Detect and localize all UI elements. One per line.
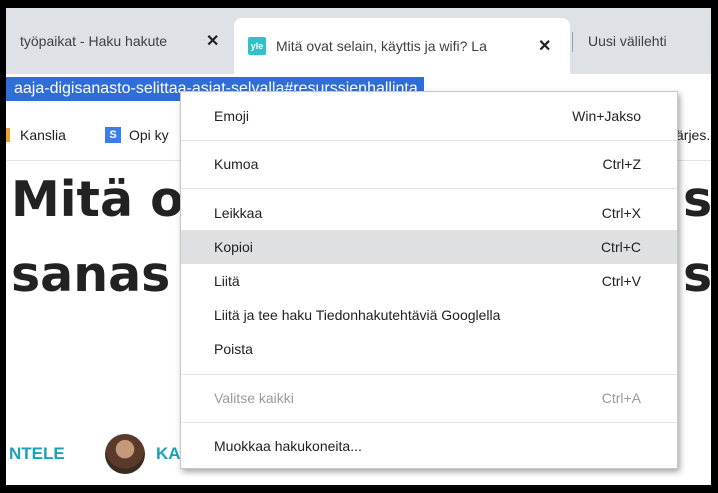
menu-item-paste-and-search[interactable]: Liitä ja tee haku Tiedonhakutehtäviä Goo… bbox=[181, 298, 677, 332]
menu-divider bbox=[181, 374, 677, 375]
menu-item-cut[interactable]: Leikkaa Ctrl+X bbox=[181, 196, 677, 230]
menu-item-paste[interactable]: Liitä Ctrl+V bbox=[181, 264, 677, 298]
tab-tyopaikat[interactable]: työpaikat - Haku hakute ✕ bbox=[6, 22, 234, 60]
menu-item-shortcut: Ctrl+C bbox=[600, 239, 641, 255]
tab-new[interactable]: Uusi välilehti bbox=[580, 22, 711, 60]
s-logo-icon: S bbox=[105, 127, 121, 143]
tab-title: Uusi välilehti bbox=[588, 33, 667, 49]
bookmark-label: ärjes... bbox=[676, 127, 711, 143]
menu-item-label: Kopioi bbox=[214, 239, 253, 255]
menu-item-copy[interactable]: Kopioi Ctrl+C bbox=[181, 230, 677, 264]
menu-item-label: Emoji bbox=[214, 108, 250, 124]
menu-item-select-all: Valitse kaikki Ctrl+A bbox=[181, 381, 677, 415]
tab-title: Mitä ovat selain, käyttis ja wifi? La bbox=[276, 38, 487, 54]
article-headline: Mitä o bbox=[11, 171, 184, 228]
menu-divider bbox=[181, 422, 677, 423]
bookmark-opi[interactable]: S Opi ky bbox=[105, 127, 169, 143]
menu-item-label: Kumoa bbox=[214, 156, 259, 172]
menu-item-delete[interactable]: Poista bbox=[181, 332, 677, 366]
share-link[interactable]: NTELE bbox=[9, 444, 65, 464]
context-menu: Emoji Win+Jakso Kumoa Ctrl+Z Leikkaa Ctr… bbox=[180, 91, 678, 469]
menu-item-shortcut: Win+Jakso bbox=[572, 108, 641, 124]
tab-title: työpaikat - Haku hakute bbox=[20, 33, 168, 49]
close-icon[interactable]: ✕ bbox=[538, 36, 551, 56]
menu-divider bbox=[181, 140, 677, 141]
tab-active-article[interactable]: yle Mitä ovat selain, käyttis ja wifi? L… bbox=[234, 18, 570, 74]
menu-divider bbox=[181, 188, 677, 189]
bookmark-label: Kanslia bbox=[20, 127, 66, 143]
author-name[interactable]: KA bbox=[156, 444, 181, 464]
menu-item-shortcut: Ctrl+X bbox=[601, 205, 641, 221]
menu-item-label: Valitse kaikki bbox=[214, 390, 294, 406]
yle-favicon-icon: yle bbox=[248, 37, 266, 55]
bookmark-icon bbox=[6, 128, 10, 142]
close-icon[interactable]: ✕ bbox=[206, 31, 219, 51]
bookmark-kanslia[interactable]: Kanslia bbox=[6, 127, 66, 143]
bookmark-jarjestot[interactable]: ärjes... bbox=[676, 127, 711, 143]
avatar bbox=[105, 434, 145, 474]
menu-item-undo[interactable]: Kumoa Ctrl+Z bbox=[181, 147, 677, 181]
menu-item-label: Poista bbox=[214, 341, 253, 357]
menu-item-shortcut: Ctrl+V bbox=[601, 273, 641, 289]
menu-item-label: Leikkaa bbox=[214, 205, 263, 221]
menu-item-label: Muokkaa hakukoneita... bbox=[214, 438, 362, 454]
menu-item-label: Liitä bbox=[214, 273, 240, 289]
browser-window: työpaikat - Haku hakute ✕ yle Mitä ovat … bbox=[6, 8, 711, 485]
article-headline: sanas bbox=[11, 246, 171, 303]
article-headline: s bbox=[683, 246, 711, 303]
menu-item-shortcut: Ctrl+A bbox=[601, 390, 641, 406]
bookmark-label: Opi ky bbox=[129, 127, 169, 143]
menu-item-edit-search-engines[interactable]: Muokkaa hakukoneita... bbox=[181, 429, 677, 463]
tab-strip: työpaikat - Haku hakute ✕ yle Mitä ovat … bbox=[6, 8, 711, 74]
article-headline: s bbox=[683, 171, 711, 228]
tab-divider bbox=[572, 32, 573, 52]
menu-item-emoji[interactable]: Emoji Win+Jakso bbox=[181, 99, 677, 133]
menu-item-shortcut: Ctrl+Z bbox=[602, 156, 642, 172]
menu-item-label: Liitä ja tee haku Tiedonhakutehtäviä Goo… bbox=[214, 307, 501, 323]
